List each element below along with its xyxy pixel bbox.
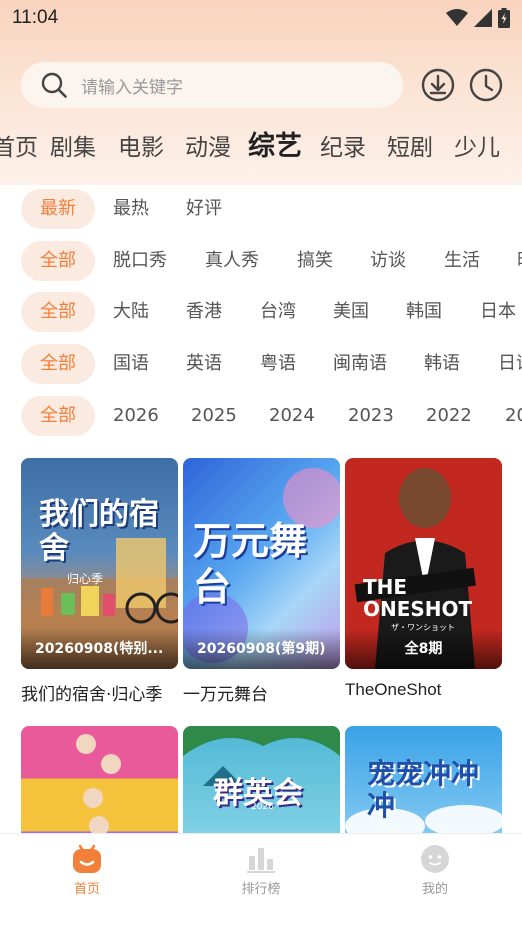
show-title[interactable]: 我们的宿舍·归心季 <box>21 680 178 705</box>
history-icon[interactable] <box>469 68 503 102</box>
poster-title-art: 万元舞台 <box>193 519 308 609</box>
tab-short-drama[interactable]: 短剧 <box>387 130 433 166</box>
nav-home-label: 首页 <box>73 882 100 897</box>
filter-region-item[interactable]: 韩国 <box>406 292 442 332</box>
status-bar: 11:04 <box>0 0 522 36</box>
tab-anime[interactable]: 动漫 <box>185 130 231 166</box>
filter-language-all[interactable]: 全部 <box>21 344 95 384</box>
filter-region-item[interactable]: 大陆 <box>113 292 149 332</box>
filter-region-item[interactable]: 香港 <box>186 292 222 332</box>
poster-subtitle-art: 2026 <box>251 802 274 812</box>
filter-year-item[interactable]: 2024 <box>269 396 315 436</box>
filter-row-language: 全部 国语 英语 粤语 闽南语 韩语 日语 <box>0 344 522 384</box>
filter-genre-all[interactable]: 全部 <box>21 241 95 281</box>
tab-home[interactable]: 首页 <box>0 130 38 166</box>
filter-language-item[interactable]: 国语 <box>113 344 149 384</box>
filter-genre-item[interactable]: 访谈 <box>370 241 406 281</box>
poster-title-art: 宠宠冲冲冲 <box>367 757 480 822</box>
nav-profile-label: 我的 <box>421 882 448 897</box>
filter-language-item[interactable]: 韩语 <box>424 344 460 384</box>
episode-caption: 全8期 <box>345 629 502 669</box>
filter-region-item[interactable]: 台湾 <box>260 292 296 332</box>
poster-title-art: THE ONESHOT <box>363 575 473 621</box>
filter-year-item[interactable]: 2023 <box>348 396 394 436</box>
battery-icon <box>498 8 510 28</box>
signal-icon <box>474 9 492 27</box>
filter-region-item[interactable]: 日本 <box>480 292 516 332</box>
tab-movies[interactable]: 电影 <box>118 130 164 166</box>
filter-language-item[interactable]: 粤语 <box>260 344 296 384</box>
show-card[interactable]: 万元舞台 20260908(第9期) 一万元舞台 <box>183 458 340 705</box>
filter-genre-item[interactable]: 时 <box>517 241 522 281</box>
filter-language-item[interactable]: 英语 <box>186 344 222 384</box>
nav-ranking[interactable]: 排行榜 <box>201 844 321 897</box>
filter-row-genre: 全部 脱口秀 真人秀 搞笑 访谈 生活 时 <box>0 241 522 281</box>
filter-year-all[interactable]: 全部 <box>21 396 95 436</box>
filter-genre-item[interactable]: 脱口秀 <box>113 241 167 281</box>
show-card[interactable]: THE ONESHOT ザ・ワンショット 全8期 TheOneShot <box>345 458 502 700</box>
filter-sort-hot[interactable]: 最热 <box>113 189 149 229</box>
filter-language-item[interactable]: 闽南语 <box>333 344 387 384</box>
search-placeholder: 请输入关键字 <box>81 77 183 98</box>
filter-genre-item[interactable]: 真人秀 <box>205 241 259 281</box>
home-icon <box>73 844 101 873</box>
filter-row-region: 全部 大陆 香港 台湾 美国 韩国 日本 <box>0 292 522 332</box>
search-row: 请输入关键字 <box>21 62 511 108</box>
filter-year-item[interactable]: 2025 <box>191 396 237 436</box>
poster-title-art: 我们的宿舍 <box>39 497 159 566</box>
episode-caption: 20260908(第9期) <box>183 629 340 669</box>
show-poster[interactable]: 万元舞台 20260908(第9期) <box>183 458 340 669</box>
status-time: 11:04 <box>12 7 59 28</box>
nav-ranking-label: 排行榜 <box>241 882 281 897</box>
filter-sort-rating[interactable]: 好评 <box>186 189 222 229</box>
show-poster[interactable]: 我们的宿舍 归心季 20260908(特别... <box>21 458 178 669</box>
nav-home[interactable]: 首页 <box>27 844 147 897</box>
nav-profile[interactable]: 我的 <box>375 844 495 897</box>
download-icon[interactable] <box>421 68 455 102</box>
search-icon <box>41 72 67 98</box>
filter-year-item[interactable]: 2026 <box>113 396 159 436</box>
filter-row-year: 全部 2026 2025 2024 2023 2022 20 <box>0 396 522 436</box>
poster-subtitle-art: 归心季 <box>67 572 104 586</box>
show-card[interactable]: 我们的宿舍 归心季 20260908(特别... 我们的宿舍·归心季 <box>21 458 178 705</box>
filter-language-item[interactable]: 日语 <box>498 344 522 384</box>
show-poster[interactable]: THE ONESHOT ザ・ワンショット 全8期 <box>345 458 502 669</box>
filter-region-item[interactable]: 美国 <box>333 292 369 332</box>
tab-documentary[interactable]: 纪录 <box>320 130 366 166</box>
filter-region-all[interactable]: 全部 <box>21 292 95 332</box>
tab-kids[interactable]: 少儿 <box>454 130 500 166</box>
search-input[interactable]: 请输入关键字 <box>21 62 403 108</box>
filter-genre-item[interactable]: 生活 <box>444 241 480 281</box>
bottom-navigation: 首页 排行榜 我的 <box>0 833 522 947</box>
category-tabs: 首页 剧集 电影 动漫 综艺 纪录 短剧 少儿 <box>0 130 522 166</box>
filter-genre-item[interactable]: 搞笑 <box>297 241 333 281</box>
tab-variety[interactable]: 综艺 <box>248 130 302 165</box>
profile-icon <box>421 845 449 873</box>
episode-caption: 20260908(特别... <box>21 629 178 669</box>
tab-series[interactable]: 剧集 <box>50 130 96 166</box>
filter-sort-latest[interactable]: 最新 <box>21 189 95 229</box>
filter-row-sort: 最新 最热 好评 <box>0 189 522 229</box>
filter-year-item[interactable]: 2022 <box>426 396 472 436</box>
show-title[interactable]: TheOneShot <box>345 680 502 700</box>
filter-year-item[interactable]: 20 <box>505 396 522 436</box>
wifi-icon <box>446 9 468 26</box>
show-title[interactable]: 一万元舞台 <box>183 680 340 705</box>
chart-icon <box>247 848 275 873</box>
